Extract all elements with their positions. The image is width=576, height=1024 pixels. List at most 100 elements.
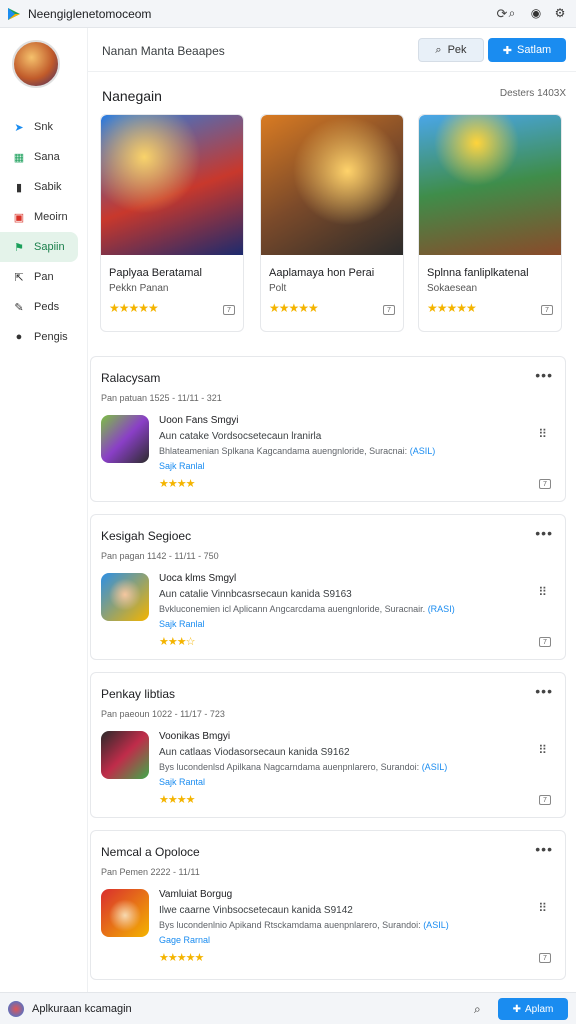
- rating-stars: ★★★★: [159, 478, 195, 490]
- window-title: Neengiglenetomoceom: [28, 6, 152, 21]
- app-details-text: Bvkluconemien icl Aplicann Angcarcdama a…: [159, 604, 426, 614]
- app-details: Bhlateamenian Splkana Kagcandama auengnl…: [159, 446, 519, 456]
- featured-section-meta: Desters 1403X: [499, 88, 566, 99]
- plus-icon: ✚: [512, 1003, 522, 1015]
- search-icon: ⌕: [435, 43, 442, 56]
- cursor-icon: ➤: [14, 121, 24, 134]
- card-name: Paplyaa Beratamal: [109, 267, 202, 279]
- details-link[interactable]: (RASI): [428, 604, 455, 614]
- details-link[interactable]: (ASIL): [423, 920, 449, 930]
- store-logo-icon: [8, 7, 20, 20]
- rating-stars: ★★★★★: [159, 952, 204, 964]
- app-logo-icon: [8, 1001, 24, 1017]
- card-name: Splnna fanliplkatenal: [427, 267, 529, 279]
- account-icon[interactable]: ◉: [528, 5, 544, 21]
- bottom-action-button[interactable]: ✚ Aplam: [498, 998, 568, 1020]
- featured-section-title: Nanegain: [102, 88, 162, 104]
- sale-label[interactable]: Sajk Rantal: [159, 777, 205, 787]
- app-details-text: Bys lucondenlsd Apilkana Nagcarndama aue…: [159, 762, 420, 772]
- window-titlebar: Neengiglenetomoceom ⟳ ⌕ ◉ ⚙: [0, 0, 576, 28]
- bottom-bar: Aplkuraan kcamagin ⌕ ✚ Aplam: [0, 992, 576, 1024]
- app-thumbnail-image: [101, 415, 149, 463]
- settings-icon[interactable]: ⚙: [552, 5, 568, 21]
- sidebar-nav: ➤ Snk ▦ Sana ▮ Sabik ▣ Meoirn ⚑ Sapiin ⇱ Pan ✎…: [0, 112, 88, 352]
- sidebar-item-meoirn[interactable]: ▣ Meoirn: [0, 202, 88, 232]
- app-description: Ilwe caarne Vinbsocsetecaun kanida S9142: [159, 905, 353, 916]
- app-name-text: Uoon Fans Smgyi: [159, 415, 239, 426]
- featured-card[interactable]: Paplyaa Beratamal Pekkn Panan ★★★★★ 7: [100, 114, 244, 332]
- avatar[interactable]: [12, 40, 60, 88]
- list-card[interactable]: Ralacysam ••• Pan patuan 1525 - 11/11 - …: [90, 356, 566, 502]
- app-description: Aun catake Vordsocsetecaun lranirla: [159, 431, 322, 442]
- featured-card[interactable]: Splnna fanliplkatenal Sokaesean ★★★★★ 7: [418, 114, 562, 332]
- card-subtitle: Pekkn Panan: [109, 283, 169, 294]
- sidebar-item-pan[interactable]: ⇱ Pan: [0, 262, 88, 292]
- sale-label[interactable]: Gage Rarnal: [159, 935, 210, 945]
- sidebar-item-sana[interactable]: ▦ Sana: [0, 142, 88, 172]
- rating-stars: ★★★★★: [427, 301, 477, 315]
- age-badge-icon: 7: [541, 305, 553, 315]
- app-details: Bys lucondenlsd Apilkana Nagcarndama aue…: [159, 762, 519, 772]
- peek-button-label: Pek: [447, 44, 467, 56]
- sale-label[interactable]: Sajk Ranlal: [159, 619, 205, 629]
- sidebar: ➤ Snk ▦ Sana ▮ Sabik ▣ Meoirn ⚑ Sapiin ⇱ Pan ✎…: [0, 28, 88, 992]
- app-thumbnail-image: [101, 731, 149, 779]
- sidebar-item-label: Sapiin: [34, 241, 65, 253]
- list-card[interactable]: Penkay libtias ••• Pan paeoun 1022 - 11/…: [90, 672, 566, 818]
- sale-label[interactable]: Sajk Ranlal: [159, 461, 205, 471]
- list-title: Kesigah Segioec: [101, 529, 192, 543]
- primary-action-button[interactable]: ✚ Satlam: [488, 38, 566, 62]
- list-title: Nemcal a Opoloce: [101, 845, 200, 859]
- grid-menu-icon[interactable]: ⠿: [538, 901, 547, 915]
- more-options-icon[interactable]: •••: [535, 683, 553, 699]
- list-title: Ralacysam: [101, 371, 161, 385]
- app-name: Voonikas Bmgyi: [159, 731, 230, 742]
- game-art-image: [419, 115, 561, 255]
- app-name-text: Voonikas Bmgyi: [159, 731, 231, 742]
- app-details: Bvkluconemien icl Aplicann Angcarcdama a…: [159, 604, 519, 614]
- sidebar-item-peds[interactable]: ✎ Peds: [0, 292, 88, 322]
- age-badge-icon: 7: [383, 305, 395, 315]
- card-subtitle: Polt: [269, 283, 287, 294]
- age-badge-icon: 7: [539, 795, 551, 805]
- app-description: Aun catlaas Viodasorsecaun kanida S9162: [159, 747, 350, 758]
- sidebar-item-pengis[interactable]: ● Pengis: [0, 322, 88, 352]
- app-name: Uoca klms Smgyl: [159, 573, 236, 584]
- grid-menu-icon[interactable]: ⠿: [538, 427, 547, 441]
- featured-card[interactable]: Aaplamaya hon Perai Polt ★★★★★ 7: [260, 114, 404, 332]
- app-name-text: Uoca klms Smgyl: [159, 573, 237, 584]
- age-badge-icon: 7: [539, 953, 551, 963]
- sidebar-item-snk[interactable]: ➤ Snk: [0, 112, 88, 142]
- peek-button[interactable]: ⌕ Pek: [418, 38, 484, 62]
- bottom-bar-text: Aplkuraan kcamagin: [32, 1003, 132, 1015]
- list-card[interactable]: Kesigah Segioec ••• Pan pagan 1142 - 11/…: [90, 514, 566, 660]
- list-meta: Pan paeoun 1022 - 11/17 - 723: [101, 709, 225, 719]
- more-options-icon[interactable]: •••: [535, 367, 553, 383]
- search-icon[interactable]: ⌕: [474, 1002, 481, 1017]
- main-header: Nanan Manta Beaapes ⌕ Pek ✚ Satlam: [88, 28, 576, 72]
- search-icon[interactable]: ⌕: [504, 5, 520, 21]
- app-details-text: Bys lucondenlnio Apikand Rtsckamdama aue…: [159, 920, 421, 930]
- game-art-image: [101, 115, 243, 255]
- game-art-image: [261, 115, 403, 255]
- grid-menu-icon[interactable]: ⠿: [538, 743, 547, 757]
- app-name-text: Vamluiat Borgug: [159, 889, 233, 900]
- app-name: Vamluiat Borgug: [159, 889, 232, 900]
- more-options-icon[interactable]: •••: [535, 841, 553, 857]
- age-badge-icon: 7: [539, 479, 551, 489]
- more-options-icon[interactable]: •••: [535, 525, 553, 541]
- age-badge-icon: 7: [539, 637, 551, 647]
- chat-icon: ●: [15, 331, 23, 343]
- rating-stars: ★★★★: [159, 794, 195, 806]
- details-link[interactable]: (ASIL): [422, 762, 448, 772]
- app-description: Aun catalie Vinnbcasrsecaun kanida S9163: [159, 589, 352, 600]
- app-name: Uoon Fans Smgyi: [159, 415, 238, 426]
- list-card[interactable]: Nemcal a Opoloce ••• Pan Pemen 2222 - 11…: [90, 830, 566, 980]
- sidebar-item-sapiin[interactable]: ⚑ Sapiin: [0, 232, 78, 262]
- grid-menu-icon[interactable]: ⠿: [538, 585, 547, 599]
- sidebar-item-sabik[interactable]: ▮ Sabik: [0, 172, 88, 202]
- page-title: Nanan Manta Beaapes: [102, 44, 225, 58]
- details-link[interactable]: (ASIL): [410, 446, 436, 456]
- card-name: Aaplamaya hon Perai: [269, 267, 375, 279]
- plus-icon: ✚: [502, 44, 512, 57]
